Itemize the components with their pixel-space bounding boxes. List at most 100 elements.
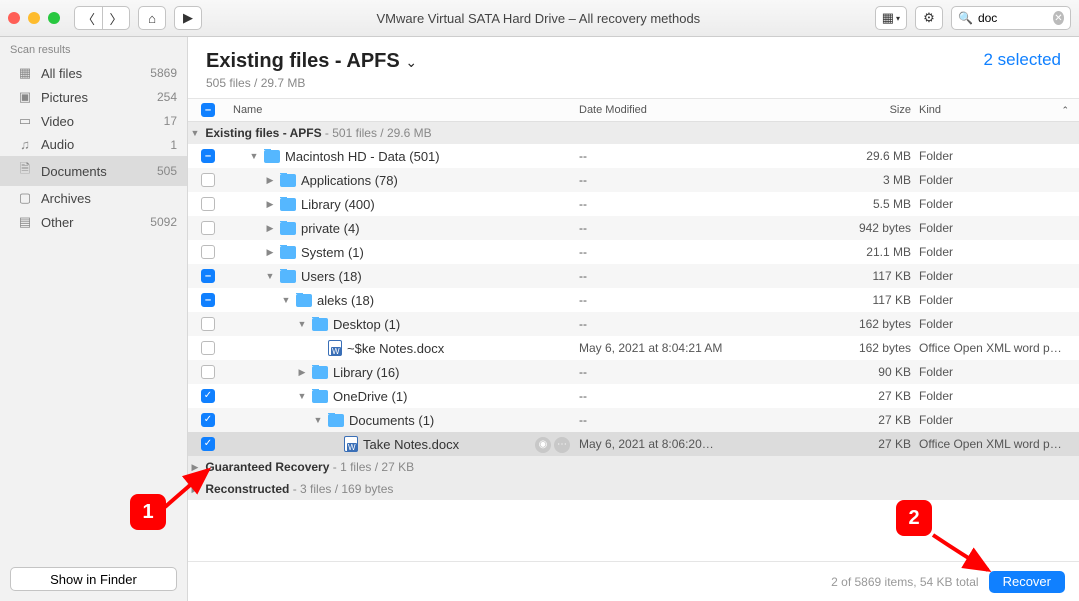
row-checkbox[interactable] (201, 341, 215, 355)
disclosure-triangle-icon[interactable]: ▼ (297, 391, 307, 401)
close-window-button[interactable] (8, 12, 20, 24)
row-date: -- (579, 389, 749, 403)
folder-row[interactable]: ▼Documents (1)--27 KBFolder (188, 408, 1079, 432)
folder-row[interactable]: ▼aleks (18)--117 KBFolder (188, 288, 1079, 312)
info-icon[interactable]: ⋯ (554, 437, 570, 453)
row-kind: Folder (919, 173, 1079, 187)
sidebar-item-video[interactable]: ▭Video17 (0, 109, 187, 133)
group-meta: - 3 files / 169 bytes (293, 482, 394, 496)
forward-button[interactable]: 〉 (102, 6, 130, 30)
row-checkbox[interactable] (201, 173, 215, 187)
home-button[interactable]: ⌂ (138, 6, 166, 30)
row-checkbox[interactable] (201, 221, 215, 235)
column-kind[interactable]: Kind⌃ (919, 104, 1079, 116)
search-input[interactable] (978, 11, 1048, 25)
view-mode-button[interactable]: ▦▾ (875, 6, 907, 30)
row-name: Library (16) (333, 365, 399, 380)
column-size[interactable]: Size (749, 104, 919, 116)
disclosure-triangle-icon[interactable]: ▼ (249, 151, 259, 161)
disclosure-triangle-icon[interactable]: ▼ (188, 128, 202, 138)
row-checkbox[interactable] (201, 317, 215, 331)
play-button[interactable]: ▶ (174, 6, 202, 30)
folder-icon (328, 414, 344, 427)
recover-button[interactable]: Recover (989, 571, 1065, 593)
row-size: 5.5 MB (749, 197, 919, 211)
group-header[interactable]: ▶ Guaranteed Recovery - 1 files / 27 KB (188, 456, 1079, 478)
sidebar-item-count: 1 (170, 138, 177, 152)
chevron-down-icon: ▾ (896, 14, 900, 23)
sidebar-item-pictures[interactable]: ▣Pictures254 (0, 85, 187, 109)
column-headers: Name Date Modified Size Kind⌃ (188, 98, 1079, 122)
row-date: -- (579, 245, 749, 259)
sidebar-item-documents[interactable]: 🗎Documents505 (0, 156, 187, 186)
sidebar-item-all-files[interactable]: ▦All files5869 (0, 61, 187, 85)
preview-icon[interactable]: ◉ (535, 437, 551, 453)
row-size: 117 KB (749, 269, 919, 283)
column-date[interactable]: Date Modified (579, 104, 749, 116)
folder-row[interactable]: ▶Library (400)--5.5 MBFolder (188, 192, 1079, 216)
home-icon: ⌂ (148, 11, 156, 26)
disclosure-triangle-icon[interactable]: ▶ (265, 175, 275, 186)
folder-icon (280, 198, 296, 211)
sidebar-item-other[interactable]: ▤Other5092 (0, 210, 187, 234)
folder-row[interactable]: ▶Library (16)--90 KBFolder (188, 360, 1079, 384)
sidebar-item-count: 17 (164, 114, 177, 128)
folder-row[interactable]: ▶System (1)--21.1 MBFolder (188, 240, 1079, 264)
row-checkbox[interactable] (201, 365, 215, 379)
row-checkbox[interactable] (201, 269, 215, 283)
folder-row[interactable]: ▶Applications (78)--3 MBFolder (188, 168, 1079, 192)
sidebar-item-label: Pictures (41, 90, 88, 105)
sidebar-item-label: Documents (41, 164, 107, 179)
group-header[interactable]: ▼ Existing files - APFS - 501 files / 29… (188, 122, 1079, 144)
row-checkbox[interactable] (201, 437, 215, 451)
row-checkbox[interactable] (201, 197, 215, 211)
file-row[interactable]: ~$ke Notes.docxMay 6, 2021 at 8:04:21 AM… (188, 336, 1079, 360)
folder-row[interactable]: ▼Desktop (1)--162 bytesFolder (188, 312, 1079, 336)
row-name: OneDrive (1) (333, 389, 407, 404)
folder-row[interactable]: ▼Users (18)--117 KBFolder (188, 264, 1079, 288)
group-meta: - 1 files / 27 KB (333, 460, 414, 474)
search-box[interactable]: 🔍 ✕ (951, 6, 1071, 30)
row-date: -- (579, 413, 749, 427)
disclosure-triangle-icon[interactable]: ▼ (313, 415, 323, 425)
show-in-finder-button[interactable]: Show in Finder (10, 567, 177, 591)
file-row[interactable]: Take Notes.docx◉⋯May 6, 2021 at 8:06:20…… (188, 432, 1079, 456)
folder-row[interactable]: ▼Macintosh HD - Data (501)--29.6 MBFolde… (188, 144, 1079, 168)
disclosure-triangle-icon[interactable]: ▼ (297, 319, 307, 329)
disclosure-triangle-icon[interactable]: ▼ (281, 295, 291, 305)
row-kind: Folder (919, 293, 1079, 307)
clear-search-button[interactable]: ✕ (1053, 11, 1064, 25)
folder-row[interactable]: ▼OneDrive (1)--27 KBFolder (188, 384, 1079, 408)
disclosure-triangle-icon[interactable]: ▶ (265, 223, 275, 234)
row-checkbox[interactable] (201, 245, 215, 259)
row-checkbox[interactable] (201, 149, 215, 163)
arrow-2 (928, 530, 998, 580)
folder-icon (280, 246, 296, 259)
disclosure-triangle-icon[interactable]: ▶ (297, 367, 307, 378)
disclosure-triangle-icon[interactable]: ▶ (265, 247, 275, 258)
sidebar-item-audio[interactable]: ♫Audio1 (0, 133, 187, 156)
group-header[interactable]: ▶ Reconstructed - 3 files / 169 bytes (188, 478, 1079, 500)
minimize-window-button[interactable] (28, 12, 40, 24)
disclosure-triangle-icon[interactable]: ▶ (265, 199, 275, 210)
row-checkbox[interactable] (201, 293, 215, 307)
zoom-window-button[interactable] (48, 12, 60, 24)
group-name: Guaranteed Recovery (202, 460, 333, 474)
picture-icon: ▣ (16, 89, 34, 105)
sidebar-item-archives[interactable]: ▢Archives (0, 186, 187, 210)
sidebar-item-label: Audio (41, 137, 74, 152)
folder-row[interactable]: ▶private (4)--942 bytesFolder (188, 216, 1079, 240)
column-name[interactable]: Name (228, 104, 579, 116)
back-button[interactable]: 〈 (74, 6, 102, 30)
row-kind: Folder (919, 245, 1079, 259)
row-checkbox[interactable] (201, 413, 215, 427)
grid-icon: ▦ (16, 65, 34, 81)
folder-icon (312, 366, 328, 379)
archive-icon: ▢ (16, 190, 34, 206)
select-all-checkbox[interactable] (201, 103, 215, 117)
settings-button[interactable]: ⚙ (915, 6, 943, 30)
row-checkbox[interactable] (201, 389, 215, 403)
sidebar-item-label: Video (41, 114, 74, 129)
content-title[interactable]: Existing files - APFS ⌄ (206, 50, 417, 73)
disclosure-triangle-icon[interactable]: ▼ (265, 271, 275, 281)
